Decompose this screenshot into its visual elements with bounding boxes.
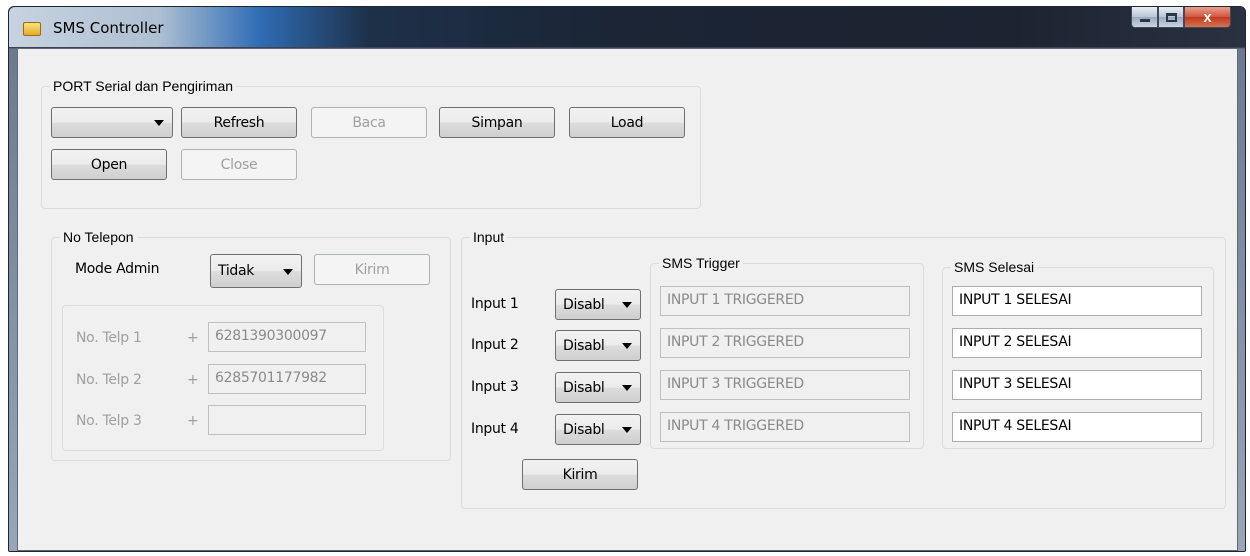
input-4-selesai-field[interactable]: INPUT 4 SELESAI bbox=[952, 412, 1202, 442]
maximize-icon bbox=[1165, 12, 1177, 22]
input-1-mode-select[interactable]: Disabl bbox=[555, 289, 641, 320]
chevron-down-icon bbox=[622, 385, 632, 391]
close-port-button[interactable]: Close bbox=[181, 149, 297, 180]
input-2-selesai-field[interactable]: INPUT 2 SELESAI bbox=[952, 328, 1202, 358]
input-1-selesai-field[interactable]: INPUT 1 SELESAI bbox=[952, 286, 1202, 316]
input-3-mode-value: Disabl bbox=[563, 379, 605, 396]
caption-buttons: x bbox=[1131, 7, 1231, 28]
baca-button[interactable]: Baca bbox=[311, 107, 427, 138]
telp-1-field[interactable]: 6281390300097 bbox=[208, 322, 366, 352]
input-4-mode-select[interactable]: Disabl bbox=[555, 414, 641, 445]
input-group-legend: Input bbox=[470, 229, 508, 245]
close-window-button[interactable]: x bbox=[1184, 7, 1231, 28]
window-title: SMS Controller bbox=[53, 19, 164, 37]
telp-2-plus: + bbox=[187, 372, 199, 388]
mode-admin-label: Mode Admin bbox=[75, 261, 160, 277]
minimize-icon bbox=[1139, 18, 1150, 22]
input-3-label: Input 3 bbox=[471, 379, 519, 395]
load-button[interactable]: Load bbox=[569, 107, 685, 138]
telp-1-plus: + bbox=[187, 330, 199, 346]
input-4-label: Input 4 bbox=[471, 421, 519, 437]
phone-group-legend: No Telepon bbox=[60, 229, 137, 245]
port-select[interactable] bbox=[51, 107, 173, 138]
maximize-button[interactable] bbox=[1158, 7, 1184, 28]
simpan-button[interactable]: Simpan bbox=[439, 107, 555, 138]
port-group-legend: PORT Serial dan Pengiriman bbox=[50, 78, 237, 94]
input-2-mode-select[interactable]: Disabl bbox=[555, 330, 641, 361]
telp-2-field[interactable]: 6285701177982 bbox=[208, 364, 366, 394]
telp-3-label: No. Telp 3 bbox=[76, 413, 142, 429]
minimize-button[interactable] bbox=[1131, 7, 1158, 28]
input-4-trigger-field[interactable]: INPUT 4 TRIGGERED bbox=[660, 412, 910, 442]
telp-1-label: No. Telp 1 bbox=[76, 330, 142, 346]
input-2-label: Input 2 bbox=[471, 337, 519, 353]
mode-admin-select[interactable]: Tidak bbox=[210, 254, 302, 288]
telp-3-plus: + bbox=[187, 413, 199, 429]
telp-3-field[interactable] bbox=[208, 405, 366, 435]
input-3-trigger-field[interactable]: INPUT 3 TRIGGERED bbox=[660, 370, 910, 400]
app-window: SMS Controller x PORT Serial dan Pengiri… bbox=[8, 6, 1246, 552]
chevron-down-icon bbox=[622, 343, 632, 349]
title-bar[interactable]: SMS Controller x bbox=[9, 7, 1245, 47]
chevron-down-icon bbox=[283, 269, 293, 275]
input-3-mode-select[interactable]: Disabl bbox=[555, 372, 641, 403]
port-group: PORT Serial dan Pengiriman bbox=[41, 78, 701, 209]
input-4-mode-value: Disabl bbox=[563, 421, 605, 438]
refresh-button[interactable]: Refresh bbox=[181, 107, 297, 138]
input-1-label: Input 1 bbox=[471, 296, 519, 312]
app-icon bbox=[23, 22, 41, 36]
sms-selesai-legend: SMS Selesai bbox=[951, 259, 1038, 275]
close-icon: x bbox=[1203, 8, 1212, 26]
mode-admin-value: Tidak bbox=[218, 263, 255, 279]
sms-trigger-legend: SMS Trigger bbox=[659, 255, 743, 271]
input-2-trigger-field[interactable]: INPUT 2 TRIGGERED bbox=[660, 328, 910, 358]
input-3-selesai-field[interactable]: INPUT 3 SELESAI bbox=[952, 370, 1202, 400]
kirim-admin-button[interactable]: Kirim bbox=[314, 254, 430, 285]
input-1-trigger-field[interactable]: INPUT 1 TRIGGERED bbox=[660, 286, 910, 316]
kirim-input-button[interactable]: Kirim bbox=[522, 459, 638, 490]
open-button[interactable]: Open bbox=[51, 149, 167, 180]
input-2-mode-value: Disabl bbox=[563, 337, 605, 354]
telp-2-label: No. Telp 2 bbox=[76, 372, 142, 388]
chevron-down-icon bbox=[622, 427, 632, 433]
form-client-area: PORT Serial dan Pengiriman Refresh Baca … bbox=[17, 48, 1238, 551]
chevron-down-icon bbox=[622, 302, 632, 308]
input-1-mode-value: Disabl bbox=[563, 296, 605, 313]
chevron-down-icon bbox=[154, 120, 164, 126]
